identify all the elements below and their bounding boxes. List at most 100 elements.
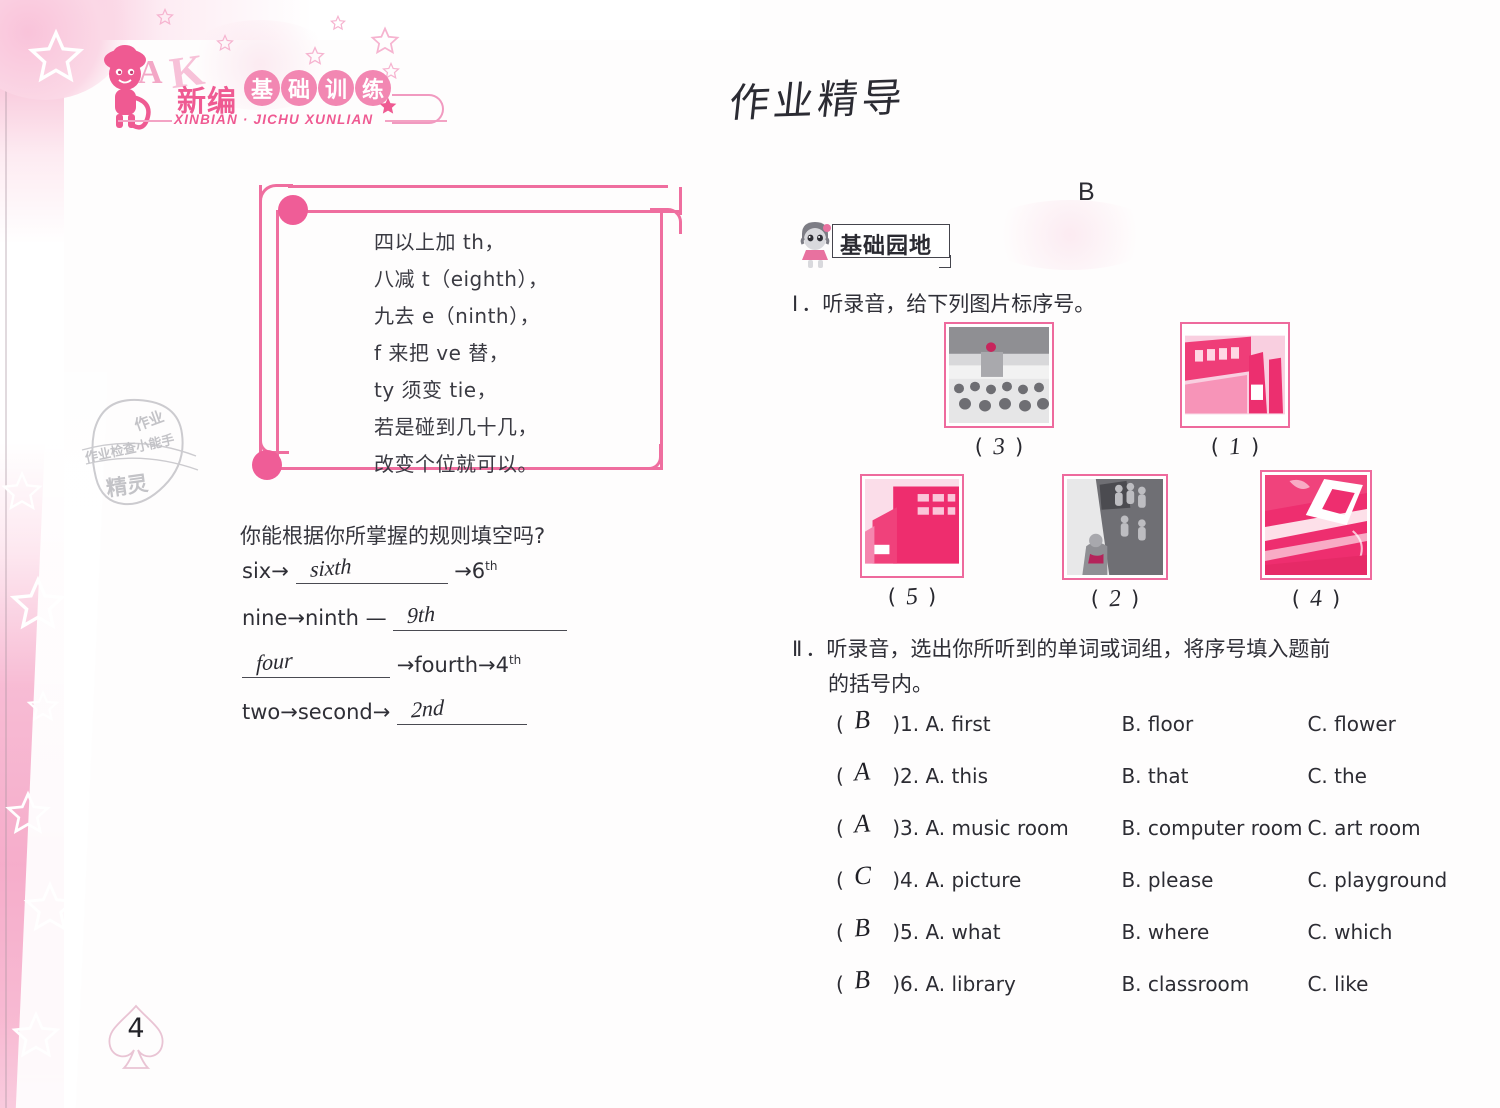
exercise-row: four →fourth→4th (242, 647, 662, 699)
answer-bracket[interactable]: ( B ) (836, 912, 900, 944)
page-number: 4 (100, 1000, 172, 1078)
rules-callout-box: 四以上加 th， 八减 t（eighth）， 九去 e（ninth）， f 来把… (252, 182, 688, 480)
star-icon (26, 28, 86, 86)
mc-row: ( C ) 4. A. picture B. please C. playgroun… (836, 860, 1447, 920)
picture-item: (5) (860, 474, 964, 611)
handwritten-answer: A (852, 808, 871, 839)
answer-bracket[interactable]: ( B ) (836, 964, 900, 996)
answer-blank[interactable]: four (242, 647, 390, 678)
rules-text-block: 四以上加 th， 八减 t（eighth）， 九去 e（ninth）， f 来把… (374, 224, 548, 483)
section-2-text-line1: ．听录音，选出你所听到的单词或词组，将序号填入题前 (805, 637, 1331, 661)
stamp-text-bottom: 精灵 (104, 471, 150, 501)
logo-bubble: 础 (281, 70, 317, 106)
section-1-text: ．听录音，给下列图片标序号。 (801, 292, 1096, 316)
mc-number: 2. (900, 764, 920, 788)
rules-line: 八减 t（eighth）， (374, 267, 549, 291)
rules-line: 若是碰到几十几， (374, 415, 538, 439)
star-icon (22, 880, 78, 935)
picture-answer: (1) (1210, 433, 1260, 461)
box-line-top (288, 185, 668, 188)
picture-ordering-grid: (3) (1) (5) (2) (4) (840, 322, 1400, 622)
picture-image-playground-track (1265, 475, 1367, 575)
mc-option-c[interactable]: C. like (1307, 972, 1368, 996)
picture-image-school-building (865, 479, 959, 573)
mc-option-a[interactable]: A. this (925, 764, 1121, 788)
mc-row: ( B ) 6. A. library B. classroom C. like (836, 964, 1416, 1024)
handwritten-number: 1 (1228, 433, 1242, 461)
answer-bracket[interactable]: ( B ) (836, 704, 900, 736)
mc-option-b[interactable]: B. computer room (1121, 816, 1307, 840)
picture-image-classroom (1185, 327, 1285, 423)
rules-line: 四以上加 th， (374, 230, 505, 254)
mc-option-b[interactable]: B. please (1121, 868, 1307, 892)
ordinal-suffix: th (485, 559, 498, 573)
ordinal-exercise-rows: six→ sixth →6th nine→ninth — 9th four →f… (242, 553, 662, 746)
answer-bracket[interactable]: ( A ) (836, 756, 900, 788)
picture-item: (4) (1260, 470, 1372, 613)
mc-row: ( B ) 5. A. what B. where C. which (836, 912, 1416, 972)
section-1-numeral: Ⅰ (792, 292, 799, 316)
handwritten-answer: A (852, 756, 871, 787)
mc-option-b[interactable]: B. floor (1121, 712, 1307, 736)
badge-label: 基础园地 (840, 234, 933, 259)
rules-line: f 来把 ve 替， (374, 341, 510, 365)
star-icon (330, 15, 346, 31)
picture-frame[interactable] (1260, 470, 1372, 580)
box-line-left (276, 210, 279, 468)
mc-option-a[interactable]: A. library (925, 972, 1121, 996)
exercise-row-prefix: nine→ninth — (242, 606, 387, 630)
picture-frame[interactable] (1062, 474, 1168, 580)
handwritten-answer: B (852, 912, 871, 943)
answer-bracket[interactable]: ( A ) (836, 808, 900, 840)
logo-rule-left (118, 120, 172, 122)
section-letter-b: B (1078, 178, 1095, 206)
star-icon (10, 1010, 62, 1061)
answer-blank[interactable]: sixth (295, 553, 448, 584)
picture-image-stage (949, 327, 1049, 423)
mc-option-c[interactable]: C. the (1307, 764, 1367, 788)
answer-bracket[interactable]: ( C ) (836, 860, 900, 892)
section-2-text-line2: 的括号内。 (828, 672, 933, 696)
picture-item: (2) (1062, 474, 1168, 613)
picture-image-students-steps (1067, 479, 1163, 575)
section-1-heading: Ⅰ ．听录音，给下列图片标序号。 (792, 287, 1095, 322)
mc-number: 1. (900, 712, 920, 736)
answer-blank[interactable]: 2nd (397, 694, 528, 725)
picture-answer: (5) (887, 583, 937, 611)
mc-option-a[interactable]: A. music room (925, 816, 1121, 840)
mc-option-b[interactable]: B. classroom (1121, 972, 1307, 996)
page-title: 作业精导 (726, 74, 909, 127)
exercise-row: six→ sixth →6th (242, 553, 662, 605)
handwritten-number: 5 (905, 583, 919, 611)
picture-frame[interactable] (1180, 322, 1290, 428)
picture-frame[interactable] (944, 322, 1054, 428)
handwritten-answer: B (852, 964, 871, 995)
mc-row: ( B ) 1. A. first B. floor C. flower (836, 704, 1416, 764)
mc-option-c[interactable]: C. playground (1307, 868, 1447, 892)
mc-option-a[interactable]: A. what (925, 920, 1121, 944)
ordinal-suffix: th (508, 653, 522, 667)
handwritten-answer: 2nd (410, 694, 445, 723)
mc-option-c[interactable]: C. which (1307, 920, 1392, 944)
mc-option-a[interactable]: A. first (925, 712, 1121, 736)
handwritten-answer: C (852, 860, 873, 891)
exercise-row-suffix: →fourth→4 (396, 653, 509, 677)
logo-tail-shape (392, 94, 444, 124)
logo-letter-a: A (138, 54, 163, 91)
section-badge: 基础园地 (792, 218, 1092, 268)
answer-blank[interactable]: 9th (393, 601, 568, 631)
picture-frame[interactable] (860, 474, 964, 578)
mc-option-a[interactable]: A. picture (925, 868, 1121, 892)
mc-option-b[interactable]: B. that (1121, 764, 1307, 788)
logo-bubble: 基 (244, 70, 280, 106)
mc-option-c[interactable]: C. art room (1307, 816, 1420, 840)
picture-answer: (4) (1291, 585, 1341, 613)
logo-bubble-characters: 基 础 训 练 (244, 70, 392, 106)
mc-number: 4. (900, 868, 920, 892)
box-line-right-outer (679, 187, 682, 215)
star-icon (26, 690, 60, 723)
picture-item: (1) (1180, 322, 1290, 461)
picture-answer: (3) (974, 433, 1024, 461)
mc-option-b[interactable]: B. where (1121, 920, 1307, 944)
mc-option-c[interactable]: C. flower (1307, 712, 1395, 736)
